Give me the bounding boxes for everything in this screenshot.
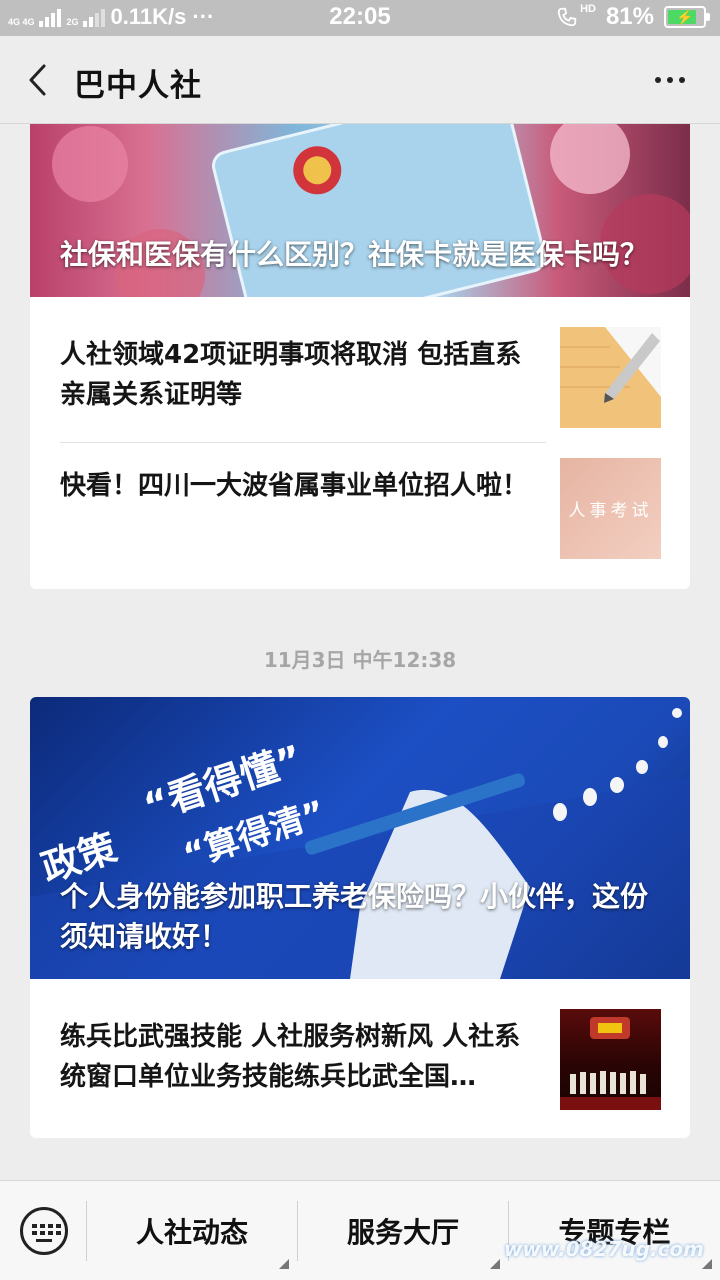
submenu-indicator-icon: [279, 1259, 289, 1269]
article-thumbnail: [560, 327, 661, 428]
dot-icon: [679, 77, 685, 83]
list-item[interactable]: 快看！四川一大波省属事业单位招人啦！ 人事考试: [30, 444, 690, 584]
thumbnail-caption: 人事考试: [568, 501, 653, 521]
article-group-card: 政策 “看得懂” “算得清” 个人身份能参加职工养老保险吗？小伙伴，这份须知请收…: [30, 697, 690, 1138]
paper-pen-image: [560, 327, 661, 428]
battery-percent: 81%: [605, 3, 654, 30]
timestamp: 11月3日 中午12:38: [263, 648, 457, 672]
article-thumbnail: [560, 1009, 661, 1110]
menu-item-label: 服务大厅: [346, 1216, 459, 1249]
article-group-card: 社保和医保有什么区别？社保卡就是医保卡吗？ 人社领域42项证明事项将取消 包括直…: [30, 124, 690, 589]
status-bar: 4G 4G 2G 0.11K/s ··· 22:05 HD 81% ⚡: [0, 0, 720, 36]
cover-article[interactable]: 社保和医保有什么区别？社保卡就是医保卡吗？: [30, 124, 690, 297]
hd-call-icon: HD: [556, 3, 596, 28]
menu-item-service-hall[interactable]: 服务大厅: [298, 1181, 508, 1280]
article-title: 练兵比武强技能 人社服务树新风 人社系统窗口单位业务技能练兵比武全国…: [60, 1022, 521, 1092]
dot-icon: [655, 77, 661, 83]
dot-icon: [667, 77, 673, 83]
cover-title: 个人身份能参加职工养老保险吗？小伙伴，这份须知请收好！: [60, 880, 649, 953]
hd-label: HD: [580, 3, 596, 15]
battery-icon: ⚡: [664, 6, 710, 28]
list-item[interactable]: 练兵比武强技能 人社服务树新风 人社系统窗口单位业务技能练兵比武全国…: [30, 979, 690, 1138]
article-title: 快看！四川一大波省属事业单位招人啦！: [60, 471, 529, 501]
divider: [60, 442, 546, 443]
menu-item-renshe-news[interactable]: 人社动态: [87, 1181, 297, 1280]
keyboard-toggle-button[interactable]: [20, 1207, 68, 1255]
menu-item-special-topics[interactable]: 专题专栏: [509, 1181, 720, 1280]
bottom-menu: 人社动态 服务大厅 专题专栏 www.0827ug.com: [0, 1180, 720, 1280]
list-item[interactable]: 人社领域42项证明事项将取消 包括直系亲属关系证明等: [30, 297, 690, 437]
menu-item-label: 人社动态: [135, 1216, 248, 1249]
chevron-left-icon: [29, 64, 46, 96]
page-title: 巴中人社: [74, 68, 202, 104]
article-thumbnail: 人事考试: [560, 458, 661, 559]
submenu-indicator-icon: [490, 1259, 500, 1269]
more-menu-button[interactable]: [650, 66, 690, 94]
back-button[interactable]: [22, 62, 58, 98]
nav-header: 巴中人社: [0, 36, 720, 124]
watermark: www.0827ug.com: [504, 1237, 704, 1261]
cover-title: 社保和医保有什么区别？社保卡就是医保卡吗？: [60, 238, 649, 271]
article-title: 人社领域42项证明事项将取消 包括直系亲属关系证明等: [60, 340, 522, 410]
stage-photo: [560, 1017, 661, 1110]
cover-article[interactable]: 政策 “看得懂” “算得清” 个人身份能参加职工养老保险吗？小伙伴，这份须知请收…: [30, 697, 690, 979]
keyboard-icon: [32, 1224, 61, 1235]
